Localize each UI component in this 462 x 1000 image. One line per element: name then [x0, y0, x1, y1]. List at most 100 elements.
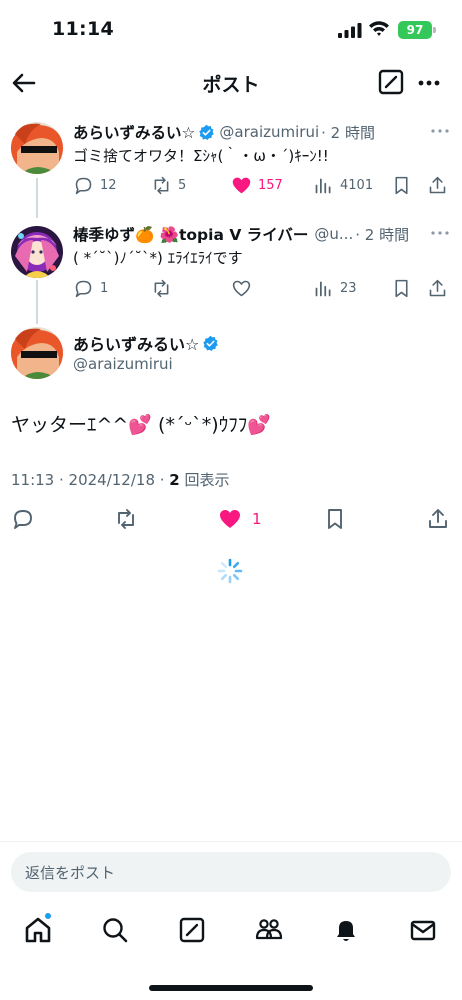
notifications-icon — [337, 921, 355, 941]
heart-outline-icon — [232, 280, 251, 296]
avatar[interactable] — [11, 122, 63, 174]
reply-icon — [75, 177, 92, 194]
heart-filled-icon — [232, 177, 251, 193]
bookmark-button[interactable] — [391, 275, 418, 301]
repost-icon — [154, 279, 169, 297]
reply-button[interactable]: 12 — [73, 172, 117, 198]
post-header: ポスト — [0, 60, 462, 106]
reply-input[interactable]: 返信をポスト — [11, 852, 451, 892]
main-tweet-text: ヤッターｴ^^💕 (*´ᵕ`*)ｳﾌﾌ💕 — [11, 414, 271, 436]
battery-icon: 97 — [398, 21, 432, 39]
reply-button[interactable] — [11, 505, 35, 533]
share-icon — [429, 279, 446, 296]
views-count: 4101 — [340, 177, 374, 193]
like-count: 157 — [258, 177, 283, 193]
reply-tweet-1[interactable]: あらいずみるい☆ @araizumirui · 2 時間 ゴミ捨てオワタ！Σｼｬ… — [0, 120, 462, 218]
views-count: 23 — [340, 280, 357, 296]
heart-filled-icon — [220, 510, 240, 528]
repost-button[interactable] — [151, 275, 178, 301]
grok-icon[interactable] — [378, 69, 404, 95]
repost-icon — [118, 509, 134, 529]
more-options-icon[interactable] — [416, 70, 442, 96]
share-button[interactable] — [426, 505, 450, 533]
tweet-actions: 1 23 — [73, 275, 450, 301]
share-icon — [429, 509, 447, 528]
communities-icon — [255, 919, 283, 940]
divider — [0, 841, 462, 842]
battery-level: 97 — [406, 23, 424, 37]
loading-spinner-icon — [217, 558, 243, 584]
views-label: 回表示 — [179, 471, 230, 489]
bookmark-icon — [395, 176, 408, 194]
bookmark-button[interactable] — [323, 505, 347, 533]
views-icon — [315, 281, 331, 296]
battery-tip — [433, 27, 436, 33]
verified-badge-icon — [203, 335, 219, 351]
reply-count: 1 — [100, 280, 109, 296]
bottom-tab-bar — [0, 905, 462, 957]
author-name[interactable]: 椿季ゆず🍊 🌺topia V ライバー — [73, 223, 308, 245]
verified-badge-icon — [199, 124, 215, 140]
status-time: 11:14 — [52, 18, 114, 40]
main-tweet-meta: 11:13 · 2024/12/18 · 2 回表示 — [11, 469, 230, 490]
post-time: · 2 時間 — [321, 123, 375, 142]
main-author-handle[interactable]: @araizumirui — [73, 355, 173, 373]
avatar-image — [11, 122, 63, 174]
signal-icon — [338, 23, 362, 38]
thread-line — [36, 178, 38, 218]
views-icon — [315, 178, 331, 193]
author-name[interactable]: あらいずみるい☆ — [73, 331, 199, 355]
status-bar: 11:14 97 — [0, 0, 462, 60]
avatar[interactable] — [11, 226, 63, 278]
grok-icon — [179, 917, 205, 943]
author-handle[interactable]: @u... — [314, 225, 353, 243]
like-count: 1 — [252, 510, 262, 528]
tweet-actions: 12 5 157 4101 — [73, 172, 450, 198]
bookmark-button[interactable] — [391, 172, 418, 198]
tweet-text: ゴミ捨てオワタ！Σｼｬ(｀・ω・´)ｷｰﾝ!! — [73, 147, 329, 165]
share-button[interactable] — [427, 172, 454, 198]
views-count: 2 — [169, 471, 180, 489]
main-author-name[interactable]: あらいずみるい☆ — [73, 331, 219, 355]
avatar-image — [11, 327, 63, 379]
post-timestamp: 11:13 · 2024/12/18 · — [11, 471, 170, 489]
repost-icon — [154, 176, 169, 194]
thread-line — [36, 280, 38, 324]
tab-grok[interactable] — [177, 915, 207, 945]
like-button[interactable]: 157 — [231, 172, 283, 198]
tab-communities[interactable] — [254, 915, 284, 945]
wifi-icon — [369, 21, 389, 36]
repost-button[interactable] — [114, 505, 138, 533]
reply-icon — [14, 510, 32, 529]
tab-search[interactable] — [100, 915, 130, 945]
notification-dot — [44, 912, 52, 920]
tab-notifications[interactable] — [331, 915, 361, 945]
reply-icon — [75, 280, 92, 297]
tweet-text: ( *´˘`)ﾉ´˘`*) ｴﾗｲｴﾗｲです — [73, 249, 243, 267]
share-icon — [429, 176, 446, 193]
tab-messages[interactable] — [408, 915, 438, 945]
reply-button[interactable]: 1 — [73, 275, 108, 301]
repost-button[interactable]: 5 — [151, 172, 186, 198]
author-name[interactable]: あらいずみるい☆ — [73, 121, 195, 143]
tweet-more-icon[interactable] — [430, 123, 450, 139]
home-indicator — [149, 985, 313, 991]
avatar-image — [11, 226, 63, 278]
like-button[interactable] — [231, 275, 258, 301]
author-handle[interactable]: @araizumirui — [219, 123, 319, 141]
reply-count: 12 — [100, 177, 117, 193]
share-button[interactable] — [427, 275, 454, 301]
search-icon — [103, 918, 128, 943]
bookmark-icon — [328, 509, 342, 529]
main-tweet-actions: 1 — [0, 505, 462, 533]
messages-icon — [410, 920, 436, 941]
tweet-more-icon[interactable] — [430, 225, 450, 241]
main-avatar[interactable] — [11, 327, 63, 379]
like-button[interactable]: 1 — [218, 505, 262, 533]
views-button[interactable]: 4101 — [313, 172, 373, 198]
repost-count: 5 — [178, 177, 187, 193]
post-time: · 2 時間 — [355, 225, 410, 244]
bookmark-icon — [395, 279, 408, 297]
views-button[interactable]: 23 — [313, 275, 357, 301]
reply-tweet-2[interactable]: 椿季ゆず🍊 🌺topia V ライバー @u... · 2 時間 ( *´˘`)… — [0, 222, 462, 324]
